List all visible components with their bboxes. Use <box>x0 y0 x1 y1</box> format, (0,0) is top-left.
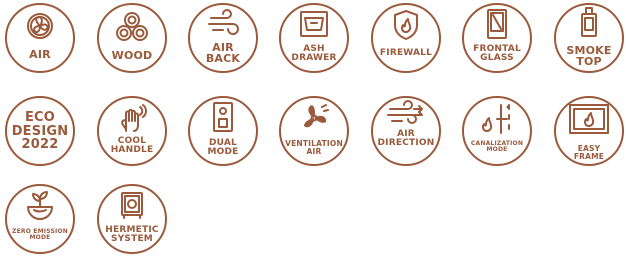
ash-drawer-icon <box>300 11 328 37</box>
badge-label: DUAL MODE <box>207 138 239 157</box>
hand-icon <box>121 104 147 132</box>
badge-frontal-glass: FRONTAL GLASS <box>461 2 533 74</box>
badge-label: AIR DIRECTION <box>377 129 435 148</box>
badge-label: FIREWALL <box>379 48 433 58</box>
badge-air-direction: AIR DIRECTION <box>370 95 442 167</box>
badge-label: WOOD <box>111 49 153 62</box>
badge-firewall: FIREWALL <box>370 2 442 74</box>
frame-flame-icon <box>569 104 609 134</box>
badge-wood: WOOD <box>96 2 168 74</box>
badge-label: ASH DRAWER <box>291 44 337 63</box>
badge-label: CANALIZATION MODE <box>470 140 524 153</box>
badge-ventilation-air: VENTILATION AIR <box>278 95 350 167</box>
badge-eco-design: ECO DESIGN 2022 <box>4 95 76 167</box>
badge-smoke-top: SMOKE TOP <box>553 2 625 74</box>
badge-air: AIR <box>4 2 76 74</box>
badge-dual-mode: DUAL MODE <box>187 95 259 167</box>
badge-label: ZERO EMISSION MODE <box>12 228 68 241</box>
badge-ash-drawer: ASH DRAWER <box>278 2 350 74</box>
badge-hermetic-system: HERMETIC SYSTEM <box>96 183 168 255</box>
dual-mode-icon <box>213 102 233 132</box>
badge-label: EASY FRAME <box>573 144 605 161</box>
stove-door-icon <box>487 9 507 39</box>
badge-air-back: AIR BACK <box>187 2 259 74</box>
safe-icon <box>121 192 143 219</box>
wood-logs-icon <box>116 12 148 41</box>
smoke-outlet-icon <box>581 7 597 37</box>
badge-label: HERMETIC SYSTEM <box>105 225 159 244</box>
badge-easy-frame: EASY FRAME <box>553 95 625 167</box>
leaf-globe-icon <box>27 191 53 220</box>
badge-cool-handle: COOL HANDLE <box>96 95 168 167</box>
badge-zero-emission: ZERO EMISSION MODE <box>4 183 76 255</box>
badge-label: AIR <box>29 48 51 61</box>
fan-icon <box>27 13 53 39</box>
air-flow-icon <box>208 9 239 35</box>
badge-label: FRONTAL GLASS <box>473 44 521 63</box>
badge-label: AIR BACK <box>205 41 241 65</box>
ventilation-fan-icon <box>304 104 329 128</box>
shield-flame-icon <box>394 10 418 40</box>
badge-label: COOL HANDLE <box>110 136 154 155</box>
badge-label: VENTILATION AIR <box>285 139 343 156</box>
badge-label: SMOKE TOP <box>566 44 612 68</box>
badge-canalization-mode: CANALIZATION MODE <box>461 95 533 167</box>
air-direction-icon <box>387 100 423 124</box>
badge-label: ECO DESIGN 2022 <box>11 110 69 153</box>
canalization-icon <box>482 104 510 134</box>
